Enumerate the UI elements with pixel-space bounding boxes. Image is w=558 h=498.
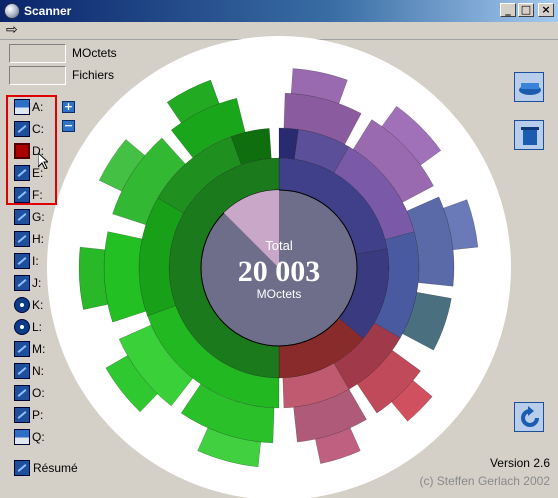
eject-icon [519,83,541,95]
drive-item-l[interactable]: L: [14,319,62,337]
title-bar: Scanner _ □ × [0,0,558,22]
drive-label: M: [32,342,46,356]
hard-drive-icon [14,385,30,401]
minimize-button[interactable]: _ [500,3,516,17]
drive-item-n[interactable]: N: [14,363,62,381]
drive-label: H: [32,232,44,246]
hard-drive-icon [14,407,30,423]
cd-icon [14,297,30,313]
drive-item-h[interactable]: H: [14,231,62,249]
drive-label: J: [32,276,42,290]
forward-arrow-icon[interactable]: ⇨ [6,23,18,37]
eject-button[interactable] [514,72,544,102]
drive-item-m[interactable]: M: [14,341,62,359]
floppy-icon [14,99,30,115]
center-total-value: 20 003 [238,255,321,288]
hard-drive-icon [14,209,30,225]
drive-label: P: [32,408,44,422]
maximize-button[interactable]: □ [518,3,534,17]
window-title: Scanner [24,4,72,18]
drive-label: G: [32,210,45,224]
drive-item-o[interactable]: O: [14,385,62,403]
drive-label: A: [32,100,44,114]
hard-drive-icon [14,165,30,181]
size-unit-label: MOctets [72,46,117,60]
drive-label: O: [32,386,45,400]
hard-drive-icon [14,363,30,379]
resume-label: Résumé [33,461,78,475]
center-caption: Total [265,238,293,253]
hard-drive-icon [14,341,30,357]
hard-drive-icon [14,275,30,291]
files-unit-label: Fichiers [72,68,115,82]
version-label: Version 2.6 [489,456,550,470]
hard-drive-icon [14,143,30,159]
trash-icon [521,127,539,145]
copyright-label: (c) Steffen Gerlach 2002 [419,474,550,488]
drive-item-f[interactable]: F: [14,187,62,205]
size-value-box [9,44,66,63]
close-button[interactable]: × [538,3,554,17]
drive-item-c[interactable]: C: [14,121,62,139]
app-icon [4,3,20,19]
drive-item-g[interactable]: G: [14,209,62,227]
floppy-icon [14,429,30,445]
mouse-cursor-icon [38,153,48,169]
drive-label: L: [32,320,43,334]
drive-label: Q: [32,430,45,444]
zoom-out-button[interactable]: − [62,120,75,132]
files-value-box [9,66,66,85]
drive-label: C: [32,122,44,136]
drive-item-a[interactable]: A: [14,99,62,117]
summary-icon [14,460,30,476]
refresh-button[interactable] [514,402,544,432]
zoom-in-button[interactable]: + [62,101,75,113]
drive-item-j[interactable]: J: [14,275,62,293]
drive-item-i[interactable]: I: [14,253,62,271]
ring4-segment[interactable] [78,246,109,310]
center-unit: MOctets [257,287,302,301]
drive-label: N: [32,364,44,378]
hard-drive-icon [14,253,30,269]
hard-drive-icon [14,121,30,137]
hard-drive-icon [14,231,30,247]
trash-button[interactable] [514,120,544,150]
drive-label: I: [32,254,39,268]
drive-item-k[interactable]: K: [14,297,62,315]
hard-drive-icon [14,187,30,203]
drive-label: F: [32,188,43,202]
drive-item-q[interactable]: Q: [14,429,62,447]
cd-icon [14,319,30,335]
drive-item-p[interactable]: P: [14,407,62,425]
drive-label: K: [32,298,44,312]
refresh-icon [521,406,539,427]
